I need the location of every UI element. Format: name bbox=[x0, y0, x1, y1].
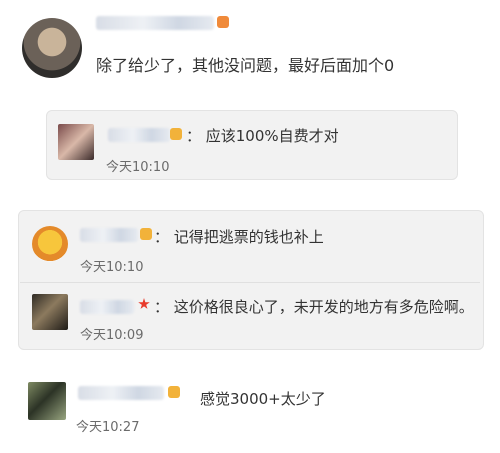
reply-avatar-3[interactable] bbox=[32, 294, 68, 330]
vip-badge-icon bbox=[168, 386, 180, 398]
vip-badge-icon bbox=[170, 128, 182, 140]
vip-badge-icon bbox=[140, 228, 152, 240]
reply-time-1: 今天10:10 bbox=[106, 160, 170, 175]
reply-time-4: 今天10:27 bbox=[76, 420, 140, 435]
post-avatar[interactable] bbox=[22, 18, 82, 78]
vip-badge-icon bbox=[217, 16, 229, 28]
reply-time-3: 今天10:09 bbox=[80, 328, 144, 343]
reply-text-4: 感觉3000+太少了 bbox=[200, 390, 326, 408]
reply-username-4[interactable] bbox=[78, 386, 164, 400]
reply-avatar-2[interactable] bbox=[32, 226, 68, 262]
reply-username-2[interactable] bbox=[80, 228, 138, 242]
reply-avatar-1[interactable] bbox=[58, 124, 94, 160]
reply-text-1: ： 应该100%自费才对 bbox=[186, 127, 339, 145]
reply-avatar-4[interactable] bbox=[28, 382, 66, 420]
post-username-blurred[interactable] bbox=[96, 16, 214, 30]
post-text: 除了给少了，其他没问题，最好后面加个0 bbox=[96, 56, 395, 75]
reply-username-3[interactable] bbox=[80, 300, 134, 314]
reply-divider bbox=[20, 282, 480, 283]
reply-text-3: ： 这价格很良心了，未开发的地方有多危险啊。 bbox=[154, 298, 474, 316]
reply-username-1[interactable] bbox=[108, 128, 170, 142]
reply-text-2: ： 记得把逃票的钱也补上 bbox=[154, 228, 324, 246]
reply-time-2: 今天10:10 bbox=[80, 260, 144, 275]
